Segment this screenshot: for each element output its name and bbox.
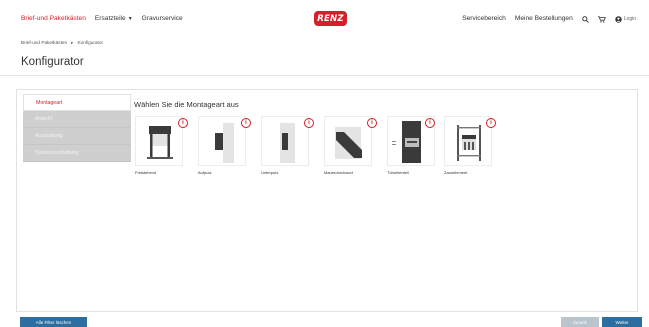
breadcrumb: Brief-und Paketkästen ▸ Konfigurator xyxy=(21,40,103,46)
login-label: Login xyxy=(623,16,636,22)
user-icon xyxy=(615,15,622,23)
option-label-unterputz: Unterputz xyxy=(261,170,279,175)
option-label-mauerdurchwurf: Mauerdurchwurf xyxy=(324,170,353,175)
breadcrumb-item-brief-und-paketkaesten[interactable]: Brief-und Paketkästen xyxy=(21,40,67,46)
info-icon-mauerdurchwurf[interactable]: i xyxy=(367,118,377,128)
info-icon-unterputz[interactable]: i xyxy=(304,118,314,128)
top-navigation: Brief-und Paketkästen Ersatzteile ▼ Gravu… xyxy=(0,0,649,38)
chevron-down-icon: ▼ xyxy=(127,16,133,22)
nav-link-meine-bestellungen[interactable]: Meine Bestellungen xyxy=(515,15,573,23)
breadcrumb-separator-icon: ▸ xyxy=(71,40,74,45)
flush-mounted-mailbox-icon xyxy=(280,123,295,163)
nav-link-ersatzteile-label: Ersatzteile xyxy=(94,15,126,22)
option-label-aufputz: Aufputz xyxy=(198,170,212,175)
through-wall-mailbox-icon xyxy=(335,127,362,159)
step-sidebar: Montageart Ansicht Ausstattung Sonderaus… xyxy=(23,94,131,162)
info-icon-aufputz[interactable]: i xyxy=(241,118,251,128)
page-title: Konfigurator xyxy=(21,56,84,68)
info-icon-zaunelement[interactable]: i xyxy=(486,118,496,128)
option-card-aufputz[interactable] xyxy=(198,116,246,166)
option-label-tuerseitenteil: Türseitenteil xyxy=(387,170,409,175)
breadcrumb-item-konfigurator: Konfigurator xyxy=(77,40,104,45)
surface-mounted-mailbox-icon xyxy=(215,123,234,163)
option-card-mauerdurchwurf[interactable] xyxy=(324,116,372,166)
header-divider xyxy=(0,75,649,76)
next-button[interactable]: Weiter xyxy=(602,317,642,327)
user-menu: Servicebereich Meine Bestellungen Login xyxy=(462,15,636,23)
option-card-zaunelement[interactable] xyxy=(444,116,492,166)
step-title: Wählen Sie die Montageart aus xyxy=(134,100,239,109)
nav-link-brief-und-paketkaesten[interactable]: Brief-und Paketkästen xyxy=(21,15,86,23)
nav-link-gravurservice[interactable]: Gravurservice xyxy=(142,15,183,23)
info-icon-tuerseitenteil[interactable]: i xyxy=(425,118,435,128)
login-link[interactable]: Login xyxy=(615,15,636,23)
nav-link-servicebereich[interactable]: Servicebereich xyxy=(462,15,506,23)
info-icon-freistehend[interactable]: i xyxy=(178,118,188,128)
cart-icon[interactable] xyxy=(597,15,606,23)
renz-logo[interactable]: RENZ xyxy=(314,11,347,26)
reset-filters-button[interactable]: Alle Filter löschen xyxy=(20,317,87,327)
freestanding-mailbox-icon xyxy=(147,126,173,159)
nav-link-ersatzteile[interactable]: Ersatzteile ▼ xyxy=(95,15,133,23)
step-ansicht[interactable]: Ansicht xyxy=(23,111,131,128)
back-button[interactable]: Zurück xyxy=(561,317,599,327)
main-menu: Brief-und Paketkästen Ersatzteile ▼ Gravu… xyxy=(21,15,183,23)
step-ausstattung[interactable]: Ausstattung xyxy=(23,128,131,145)
step-montageart[interactable]: Montageart xyxy=(23,94,131,111)
option-card-freistehend[interactable] xyxy=(135,116,183,166)
option-label-zaunelement: Zaunelement xyxy=(444,170,468,175)
option-card-unterputz[interactable] xyxy=(261,116,309,166)
step-sonderausstattung[interactable]: Sonderausstattung xyxy=(23,145,131,162)
search-icon[interactable] xyxy=(582,15,589,23)
option-label-freistehend: Freistehend xyxy=(135,170,157,175)
configurator-panel: Montageart Ansicht Ausstattung Sonderaus… xyxy=(16,89,638,312)
